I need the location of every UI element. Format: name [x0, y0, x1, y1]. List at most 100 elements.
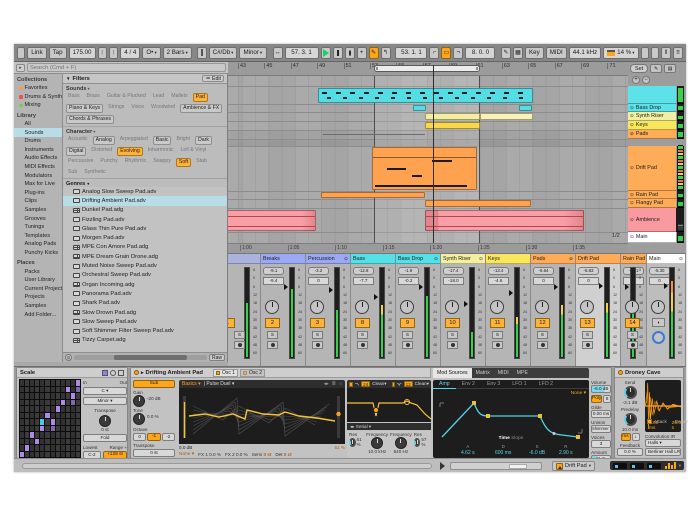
track-state-icon[interactable]: ⊙ [630, 165, 634, 171]
volume-field[interactable]: -6.0 dB [591, 385, 611, 393]
pan-knob[interactable] [580, 300, 594, 314]
filter-tag[interactable]: Dark [195, 136, 212, 145]
scale-grid-cell[interactable] [61, 426, 65, 432]
arm-button[interactable] [537, 341, 548, 349]
decay-field[interactable]: D600 ms [495, 444, 511, 456]
overdub-icon[interactable]: + [357, 47, 367, 59]
scale-grid-cell[interactable] [20, 445, 24, 451]
hot-swap-icon[interactable] [110, 370, 116, 376]
follow-icon[interactable]: ↔ [273, 47, 283, 59]
mixer-strip[interactable]: Keys -13.4 -4.6 6 0 6 12 18 24 30 36 42 … [486, 254, 531, 367]
fx2-field[interactable]: FX 2 0.0 % [225, 452, 248, 457]
scale-grid-cell[interactable] [76, 400, 80, 406]
filter1-res-knob[interactable] [349, 438, 356, 447]
list-item[interactable]: Orchestral Sweep Pad.adv [63, 271, 227, 280]
track-state-icon[interactable]: ⊙ [630, 113, 634, 119]
mod-tab[interactable]: Matrix [472, 368, 494, 378]
attack-value[interactable]: 0.00 ms [649, 421, 660, 431]
scale-mode-icon[interactable] [197, 47, 207, 59]
track-state-icon[interactable]: ⊙ [630, 200, 634, 206]
set-button[interactable]: Set [630, 64, 648, 73]
filter-tag[interactable]: Guitar & Plucked [105, 93, 148, 102]
mixer-strip-partial[interactable]: 1 6 0 6 12 18 24 30 36 42 48 60 S [228, 254, 261, 367]
filter-tag[interactable]: Bass [66, 93, 82, 102]
track-header[interactable]: ⊙ Drift Pad [628, 146, 684, 191]
scale-grid-cell[interactable] [61, 432, 65, 438]
scale-grid-cell[interactable] [20, 393, 24, 399]
sustain-field[interactable]: S-6.0 dB [529, 444, 545, 456]
filters-edit-button[interactable]: ≔ Edit [202, 75, 224, 82]
mod-tab[interactable]: Mod Sources [433, 368, 472, 378]
filter-tag[interactable]: Lofi & Vinyl [178, 147, 208, 156]
scale-grid-cell[interactable] [51, 387, 55, 393]
scale-grid-cell[interactable] [56, 393, 60, 399]
scale-grid-cell[interactable] [66, 419, 70, 425]
track-header[interactable]: ⊙ Ambience [628, 208, 684, 232]
solo-button[interactable]: S [447, 331, 458, 339]
mixer-strip[interactable]: Drift Pad -5.83 0 6 0 6 12 18 24 30 36 4… [576, 254, 621, 367]
pan-knob[interactable] [535, 300, 549, 314]
scale-grid-cell[interactable] [30, 432, 34, 438]
hot-swap-icon[interactable]: ○ [339, 381, 342, 387]
scale-grid-cell[interactable] [45, 380, 49, 386]
scale-grid-cell[interactable] [51, 432, 55, 438]
view-list-icon[interactable]: ≣ [332, 381, 336, 387]
sounds-filter-label[interactable]: Sounds [66, 86, 224, 92]
mixer-strip[interactable]: Percussion⊙ -3.2 0 6 0 6 12 18 24 30 36 … [306, 254, 351, 367]
filter2-res-value[interactable]: 57 % [421, 437, 429, 447]
ms-toggle[interactable]: ms [621, 433, 631, 441]
filter-tag[interactable]: Distorted [89, 147, 114, 156]
filter-tag[interactable]: Rhythmic [123, 158, 149, 167]
filter-tag[interactable]: Evolving [117, 147, 143, 156]
scale-grid-cell[interactable] [76, 413, 80, 419]
raw-button[interactable]: Raw [209, 354, 225, 361]
glide-field[interactable]: 0.00 ms [591, 410, 611, 418]
mixer-strip[interactable]: Pads⊘ -5.64 0 6 0 6 12 18 24 30 36 42 48… [531, 254, 576, 367]
mixer-strip-main[interactable]: Main⊙ -5.30 0 6 0 6 12 18 24 30 36 42 48… [647, 254, 686, 367]
scale-grid-cell[interactable] [56, 452, 60, 458]
track-header[interactable] [628, 139, 684, 146]
scale-grid-cell[interactable] [40, 380, 44, 386]
clip-overview[interactable] [450, 462, 542, 470]
scale-grid-cell[interactable] [45, 400, 49, 406]
mod-target-menu[interactable]: None ▾ [571, 391, 586, 396]
filter-tag[interactable]: Punchy [98, 158, 119, 167]
device-on-icon[interactable] [134, 370, 139, 375]
scale-grid-cell[interactable] [61, 413, 65, 419]
track-state-icon[interactable]: ⊙ [630, 105, 634, 111]
solo-button[interactable]: S [537, 331, 548, 339]
hot-swap-icon[interactable]: ⊙ [65, 354, 72, 361]
scale-grid-cell[interactable] [56, 426, 60, 432]
semi-field[interactable]: Semi 0 st [252, 452, 272, 457]
envelope-tab[interactable]: Env 2 [456, 380, 481, 389]
list-item[interactable]: Fizzling Pad.adv [63, 215, 227, 224]
scale-grid-cell[interactable] [20, 400, 24, 406]
scale-grid-cell[interactable] [45, 452, 49, 458]
scale-grid-cell[interactable] [30, 393, 34, 399]
track-header[interactable]: ⊙ Bass Drop [628, 104, 684, 112]
decay-value[interactable]: 20.0 s [672, 421, 681, 431]
scale-grid-cell[interactable] [61, 393, 65, 399]
list-item[interactable]: Organ Incoming.adg [63, 280, 227, 289]
gain-field[interactable]: 0 [578, 277, 599, 285]
sidebar-item[interactable]: User Library [14, 276, 62, 285]
scale-grid-cell[interactable] [66, 387, 70, 393]
nudge-up-icon[interactable]: ⦙ [109, 47, 118, 59]
notch-icon[interactable] [397, 382, 401, 387]
scale-grid-cell[interactable] [66, 413, 70, 419]
time-toggle[interactable]: Time [499, 436, 510, 441]
scale-grid-cell[interactable] [66, 452, 70, 458]
punch-in-icon[interactable]: ⌐ [429, 47, 439, 59]
scale-grid-cell[interactable] [66, 380, 70, 386]
scale-grid-cell[interactable] [76, 439, 80, 445]
ir-file-menu[interactable]: Berliner Hall LR [645, 448, 681, 456]
search-input[interactable] [27, 63, 226, 72]
scale-grid-cell[interactable] [71, 452, 75, 458]
mod-tab[interactable]: MIDI [494, 368, 513, 378]
clip-rain-pad[interactable] [321, 192, 425, 198]
filter-tag[interactable]: Digital [66, 147, 86, 156]
track-state-icon[interactable]: ⊙ [679, 256, 683, 262]
list-item[interactable]: Muted Noise Sweep Pad.adv [63, 261, 227, 270]
levels-icon[interactable] [665, 462, 676, 469]
loop-toggle-icon[interactable]: ▭ [441, 47, 451, 59]
